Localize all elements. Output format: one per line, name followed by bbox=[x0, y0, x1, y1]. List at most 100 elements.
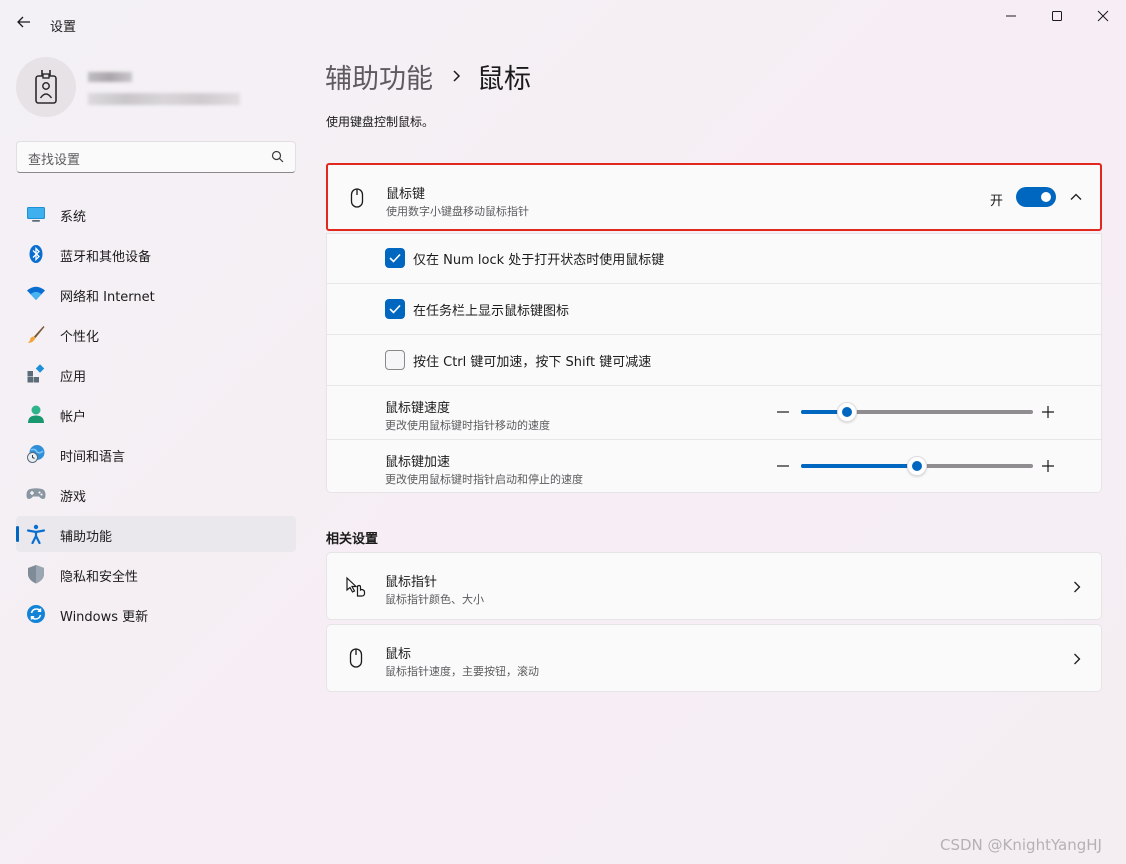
acceleration-subtitle: 更改使用鼠标键时指针启动和停止的速度 bbox=[385, 473, 583, 486]
chevron-up-icon[interactable] bbox=[1068, 189, 1084, 205]
sidebar-item-bluetooth[interactable]: 蓝牙和其他设备 bbox=[16, 236, 296, 272]
search-placeholder: 查找设置 bbox=[28, 153, 81, 168]
mouse-keys-toggle[interactable] bbox=[1016, 187, 1056, 207]
active-indicator bbox=[16, 526, 19, 542]
user-name-redacted bbox=[88, 72, 132, 82]
option-taskbar-icon-row[interactable]: 在任务栏上显示鼠标键图标 bbox=[327, 284, 1101, 335]
taskbar-icon-label: 在任务栏上显示鼠标键图标 bbox=[413, 304, 570, 319]
taskbar-icon-checkbox[interactable] bbox=[385, 299, 405, 319]
title-bar: 设置 bbox=[0, 0, 1126, 46]
sidebar-item-system[interactable]: 系统 bbox=[16, 196, 296, 232]
ctrl-shift-label: 按住 Ctrl 键可加速，按下 Shift 键可减速 bbox=[413, 355, 652, 370]
sidebar-item-label: 网络和 Internet bbox=[60, 290, 155, 305]
speed-row: 鼠标键速度 更改使用鼠标键时指针移动的速度 bbox=[327, 386, 1101, 440]
close-icon bbox=[1097, 10, 1109, 22]
sidebar-item-label: 应用 bbox=[60, 370, 87, 385]
sidebar-item-apps[interactable]: 应用 bbox=[16, 356, 296, 392]
speed-slider[interactable] bbox=[801, 402, 1033, 422]
back-button[interactable] bbox=[12, 10, 36, 34]
sidebar-item-label: 游戏 bbox=[60, 490, 87, 505]
sidebar-item-label: 系统 bbox=[60, 210, 87, 225]
checkmark-icon bbox=[389, 304, 401, 314]
sidebar-item-label: 个性化 bbox=[60, 330, 100, 345]
user-email-redacted bbox=[88, 93, 240, 105]
breadcrumb: 辅助功能 鼠标 bbox=[325, 57, 531, 96]
app-title: 设置 bbox=[50, 20, 77, 35]
gamepad-icon bbox=[26, 488, 46, 500]
sidebar-item-label: 时间和语言 bbox=[60, 450, 126, 465]
sidebar-item-label: 帐户 bbox=[60, 410, 87, 425]
mouse-pointer-icon bbox=[346, 576, 366, 597]
sidebar-item-time-language[interactable]: 时间和语言 bbox=[16, 436, 296, 472]
minus-icon bbox=[777, 411, 789, 413]
plus-icon bbox=[1042, 460, 1054, 472]
chevron-right-icon bbox=[1074, 653, 1081, 665]
watermark: CSDN @KnightYangHJ bbox=[940, 836, 1102, 854]
numlock-label: 仅在 Num lock 处于打开状态时使用鼠标键 bbox=[413, 253, 665, 268]
mouse-keys-subtitle: 使用数字小键盘移动鼠标指针 bbox=[386, 205, 529, 218]
search-input[interactable]: 查找设置 bbox=[16, 141, 296, 173]
display-icon bbox=[27, 207, 45, 222]
numlock-checkbox[interactable] bbox=[385, 248, 405, 268]
acceleration-row: 鼠标键加速 更改使用鼠标键时指针启动和停止的速度 bbox=[327, 440, 1101, 494]
mouse-title: 鼠标 bbox=[385, 647, 412, 662]
maximize-icon bbox=[1052, 11, 1062, 21]
sidebar-item-label: 辅助功能 bbox=[60, 530, 113, 545]
sidebar-item-privacy[interactable]: 隐私和安全性 bbox=[16, 556, 296, 592]
mouse-subtitle: 鼠标指针速度，主要按钮，滚动 bbox=[385, 665, 539, 678]
toggle-knob bbox=[1041, 192, 1051, 202]
accessibility-icon bbox=[26, 524, 46, 544]
breadcrumb-parent[interactable]: 辅助功能 bbox=[325, 57, 433, 96]
bluetooth-icon bbox=[29, 245, 43, 263]
maximize-button[interactable] bbox=[1034, 4, 1080, 30]
related-mouse-pointer-card[interactable]: 鼠标指针 鼠标指针颜色、大小 bbox=[326, 552, 1102, 620]
page-description: 使用键盘控制鼠标。 bbox=[326, 115, 435, 129]
minimize-button[interactable] bbox=[988, 4, 1034, 30]
acceleration-slider[interactable] bbox=[801, 456, 1033, 476]
toggle-state-label: 开 bbox=[990, 194, 1004, 209]
search-icon[interactable] bbox=[270, 149, 286, 165]
acceleration-title: 鼠标键加速 bbox=[385, 455, 451, 470]
mouse-keys-title: 鼠标键 bbox=[386, 187, 426, 202]
chevron-right-icon bbox=[1074, 581, 1081, 593]
chevron-right-icon bbox=[453, 70, 461, 82]
acceleration-slider-thumb[interactable] bbox=[907, 456, 927, 476]
sidebar-item-label: Windows 更新 bbox=[60, 610, 149, 625]
mouse-icon bbox=[350, 188, 364, 208]
update-icon bbox=[27, 605, 45, 623]
avatar[interactable] bbox=[16, 57, 76, 117]
wifi-icon bbox=[27, 286, 45, 300]
minus-icon bbox=[777, 465, 789, 467]
person-icon bbox=[28, 405, 44, 423]
speed-subtitle: 更改使用鼠标键时指针移动的速度 bbox=[385, 419, 550, 432]
mouse-pointer-title: 鼠标指针 bbox=[385, 575, 438, 590]
mouse-keys-options: 仅在 Num lock 处于打开状态时使用鼠标键 在任务栏上显示鼠标键图标 按住… bbox=[326, 233, 1102, 493]
close-button[interactable] bbox=[1080, 4, 1126, 30]
minimize-icon bbox=[1006, 15, 1016, 17]
speed-slider-thumb[interactable] bbox=[837, 402, 858, 422]
sidebar-item-personalization[interactable]: 个性化 bbox=[16, 316, 296, 352]
option-numlock-row[interactable]: 仅在 Num lock 处于打开状态时使用鼠标键 bbox=[327, 234, 1101, 284]
sidebar-item-windows-update[interactable]: Windows 更新 bbox=[16, 596, 296, 632]
related-mouse-card[interactable]: 鼠标 鼠标指针速度，主要按钮，滚动 bbox=[326, 624, 1102, 692]
option-ctrl-shift-row[interactable]: 按住 Ctrl 键可加速，按下 Shift 键可减速 bbox=[327, 335, 1101, 386]
speed-title: 鼠标键速度 bbox=[385, 401, 451, 416]
arrow-left-icon bbox=[17, 16, 30, 28]
brush-icon bbox=[27, 326, 45, 343]
sidebar-item-label: 蓝牙和其他设备 bbox=[60, 250, 152, 265]
id-badge-icon bbox=[35, 70, 57, 104]
sidebar-item-network[interactable]: 网络和 Internet bbox=[16, 276, 296, 312]
related-settings-heading: 相关设置 bbox=[326, 532, 379, 547]
sidebar-item-gaming[interactable]: 游戏 bbox=[16, 476, 296, 512]
mouse-pointer-subtitle: 鼠标指针颜色、大小 bbox=[385, 593, 484, 606]
sidebar-item-accessibility[interactable]: 辅助功能 bbox=[16, 516, 296, 552]
acceleration-slider-fill bbox=[801, 464, 917, 468]
mouse-keys-card[interactable]: 鼠标键 使用数字小键盘移动鼠标指针 开 bbox=[326, 163, 1102, 231]
sidebar-item-accounts[interactable]: 帐户 bbox=[16, 396, 296, 432]
checkmark-icon bbox=[389, 253, 401, 263]
sidebar-item-label: 隐私和安全性 bbox=[60, 570, 139, 585]
page-title: 鼠标 bbox=[477, 63, 531, 95]
mouse-icon bbox=[349, 648, 363, 668]
shield-icon bbox=[28, 565, 44, 584]
ctrl-shift-checkbox[interactable] bbox=[385, 350, 405, 370]
